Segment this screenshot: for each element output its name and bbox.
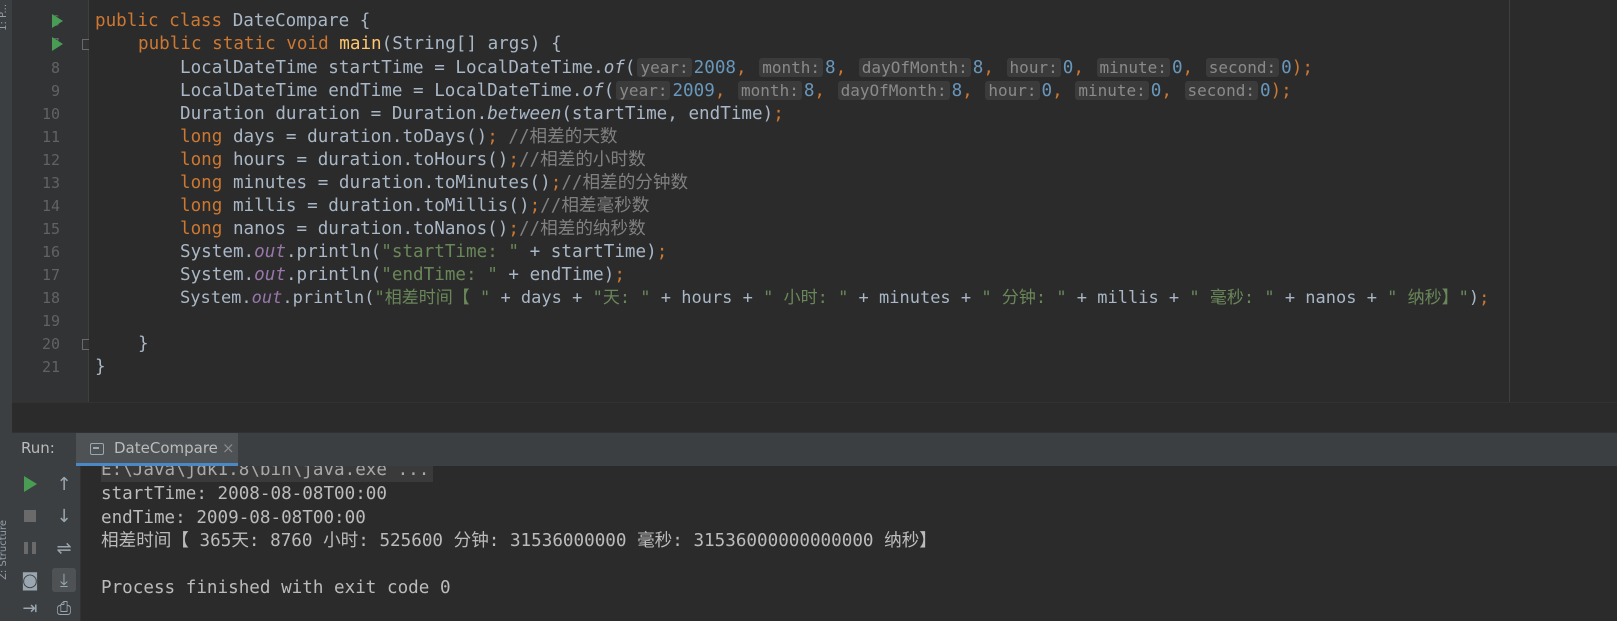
code-line-11: long days = duration.toDays(); //相差的天数 [180, 127, 618, 147]
run-icon[interactable] [18, 472, 42, 496]
code-line-17: System.out.println("endTime: " + endTime… [180, 265, 625, 285]
code-editor[interactable]: public class DateCompare { public static… [89, 0, 1617, 402]
param-hint: year: [616, 81, 671, 100]
console-output[interactable]: E:\Java\jdk1.8\bin\java.exe ... startTim… [81, 466, 1617, 621]
run-main-icon[interactable] [52, 37, 63, 51]
line-number: 16 [41, 243, 60, 261]
code-line-12: long hours = duration.toHours();//相差的小时数 [180, 150, 646, 170]
param-hint: minute: [1075, 81, 1149, 100]
stop-icon[interactable] [18, 504, 42, 528]
code-line-21: } [95, 357, 106, 377]
line-number: 19 [41, 312, 60, 330]
param-hint: dayOfMonth: [858, 58, 971, 77]
code-line-18: System.out.println("相差时间【 " + days + "天:… [180, 288, 1490, 308]
param-hint: hour: [985, 81, 1040, 100]
code-line-8: LocalDateTime startTime = LocalDateTime.… [180, 58, 1313, 78]
param-hint: month: [738, 81, 802, 100]
console-icon [90, 443, 104, 455]
structure-tool-label[interactable]: Z: Structure [0, 520, 9, 580]
run-class-icon[interactable] [52, 14, 63, 28]
up-arrow-icon[interactable]: ↑ [52, 472, 76, 496]
right-margin-guide [1509, 0, 1510, 402]
run-tab-title: DateCompare [114, 439, 218, 457]
line-number: 17 [41, 266, 60, 284]
console-line: startTime: 2008-08-08T00:00 [101, 484, 387, 504]
scroll-to-end-icon[interactable]: ⤓ [52, 568, 76, 592]
line-number: 10 [41, 105, 60, 123]
console-command-line[interactable]: E:\Java\jdk1.8\bin\java.exe ... [101, 466, 434, 482]
param-hint: second: [1205, 58, 1280, 77]
param-hint: year: [637, 58, 692, 77]
line-number: 18 [41, 289, 60, 307]
run-label: Run: [21, 439, 55, 457]
console-line: Process finished with exit code 0 [101, 578, 451, 598]
line-number: 15 [41, 220, 60, 238]
panel-divider[interactable] [12, 402, 1617, 433]
login-icon[interactable]: ⇥ [18, 596, 42, 620]
code-line-14: long millis = duration.toMillis();//相差毫秒… [180, 196, 650, 216]
print-icon[interactable]: ⎙ [52, 596, 76, 620]
run-toolbar: Run: DateCompare × [12, 432, 1617, 467]
console-line: 相差时间【 365天: 8760 小时: 525600 分钟: 31536000… [101, 531, 937, 551]
line-number: 13 [41, 174, 60, 192]
line-number: 20 [41, 335, 60, 353]
camera-icon[interactable]: ◙ [18, 568, 42, 592]
param-hint: hour: [1006, 58, 1061, 77]
param-hint: dayOfMonth: [837, 81, 950, 100]
param-hint: minute: [1096, 58, 1170, 77]
line-number: 11 [41, 128, 60, 146]
param-hint: second: [1184, 81, 1258, 100]
code-line-10: Duration duration = Duration.between(sta… [180, 104, 784, 124]
run-side-toolbar: ↑ ↓ ⇌ ◙ ⤓ ⇥ ⎙ [12, 466, 81, 621]
line-number: 8 [50, 59, 60, 77]
param-hint: month: [759, 58, 824, 77]
line-number: 9 [50, 82, 60, 100]
soft-wrap-icon[interactable]: ⇌ [52, 536, 76, 560]
project-tool-label[interactable]: 1: P... [0, 4, 9, 31]
code-line-9: LocalDateTime endTime = LocalDateTime.of… [180, 81, 1292, 101]
line-number: 14 [41, 197, 60, 215]
code-line-16: System.out.println("startTime: " + start… [180, 242, 668, 262]
line-number: 12 [41, 151, 60, 169]
down-arrow-icon[interactable]: ↓ [52, 504, 76, 528]
line-number: 21 [41, 358, 60, 376]
pause-icon[interactable] [18, 536, 42, 560]
code-line-6: public class DateCompare { [95, 11, 371, 31]
code-line-13: long minutes = duration.toMinutes();//相差… [180, 173, 689, 193]
close-icon[interactable]: × [222, 439, 235, 457]
code-line-7: public static void main(String[] args) { [138, 34, 562, 54]
code-line-20: } [138, 334, 149, 354]
console-line: endTime: 2009-08-08T00:00 [101, 508, 366, 528]
code-line-15: long nanos = duration.toNanos();//相差的纳秒数 [180, 219, 646, 239]
run-tab-datecompare[interactable]: DateCompare × [76, 433, 238, 466]
